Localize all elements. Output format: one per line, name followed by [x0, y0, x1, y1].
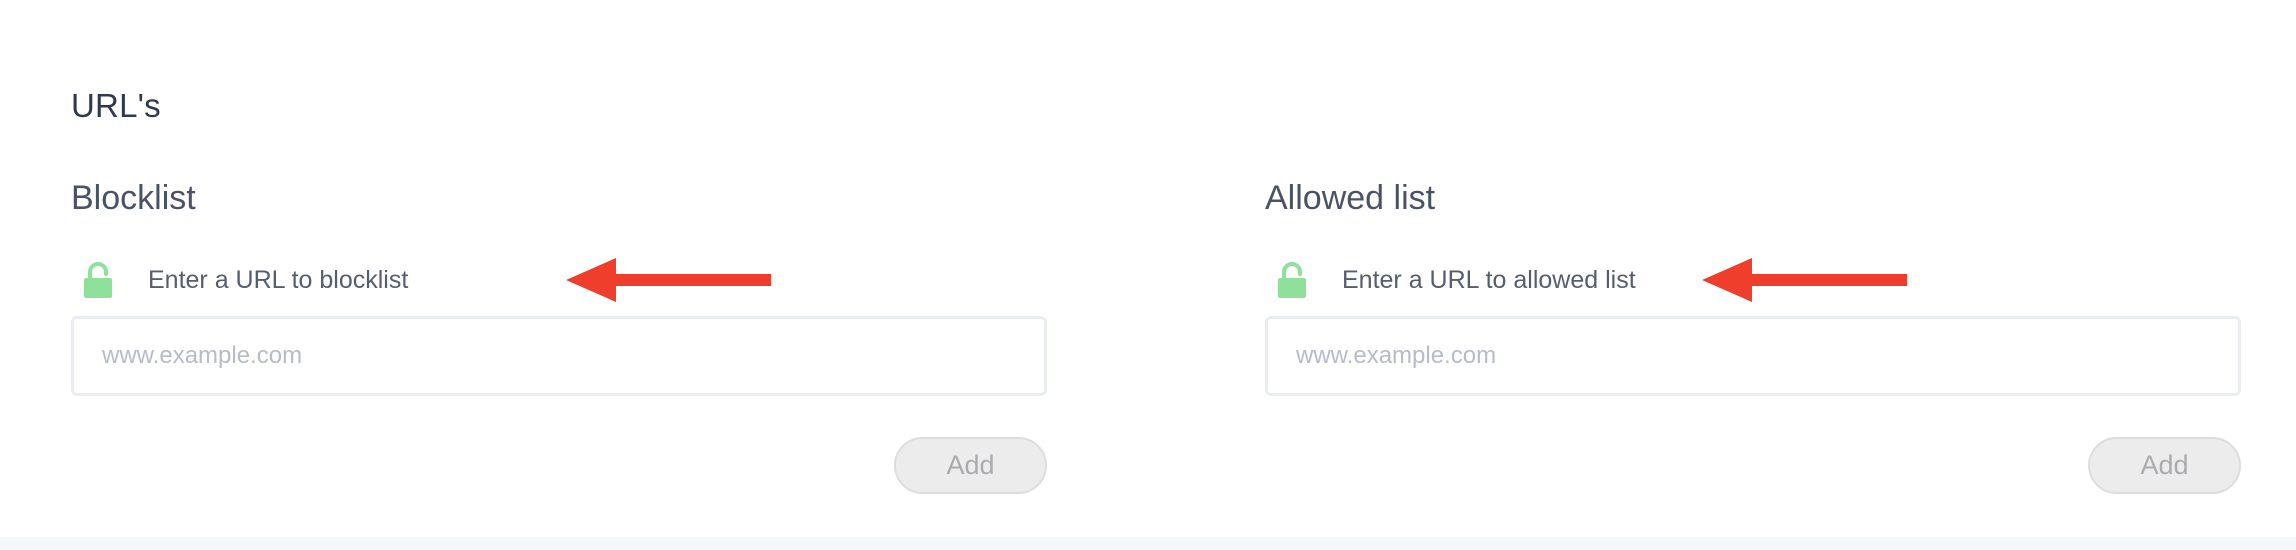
allowed-list-prompt-row: Enter a URL to allowed list	[1265, 258, 2241, 302]
allowed-list-add-button[interactable]: Add	[2088, 437, 2241, 494]
bottom-divider-strip	[0, 537, 2296, 550]
unlocked-padlock-icon	[1278, 262, 1306, 298]
allowed-list-panel: Allowed list Enter a URL to allowed list…	[1265, 0, 2241, 537]
allowed-list-prompt-label: Enter a URL to allowed list	[1342, 266, 1636, 294]
unlocked-padlock-icon	[84, 262, 112, 298]
blocklist-title: Blocklist	[71, 179, 196, 217]
blocklist-prompt-label: Enter a URL to blocklist	[148, 266, 409, 294]
url-settings-page: URL's Blocklist Enter a URL to blocklist…	[0, 0, 2296, 550]
blocklist-prompt-row: Enter a URL to blocklist	[71, 258, 1047, 302]
red-arrow-left-icon	[1702, 258, 1907, 302]
blocklist-panel: Blocklist Enter a URL to blocklist Add	[71, 0, 1047, 537]
red-arrow-left-icon	[566, 258, 771, 302]
blocklist-add-button[interactable]: Add	[894, 437, 1047, 494]
allowed-list-title: Allowed list	[1265, 179, 1436, 217]
blocklist-url-input[interactable]	[71, 316, 1047, 396]
allowed-list-url-input[interactable]	[1265, 316, 2241, 396]
